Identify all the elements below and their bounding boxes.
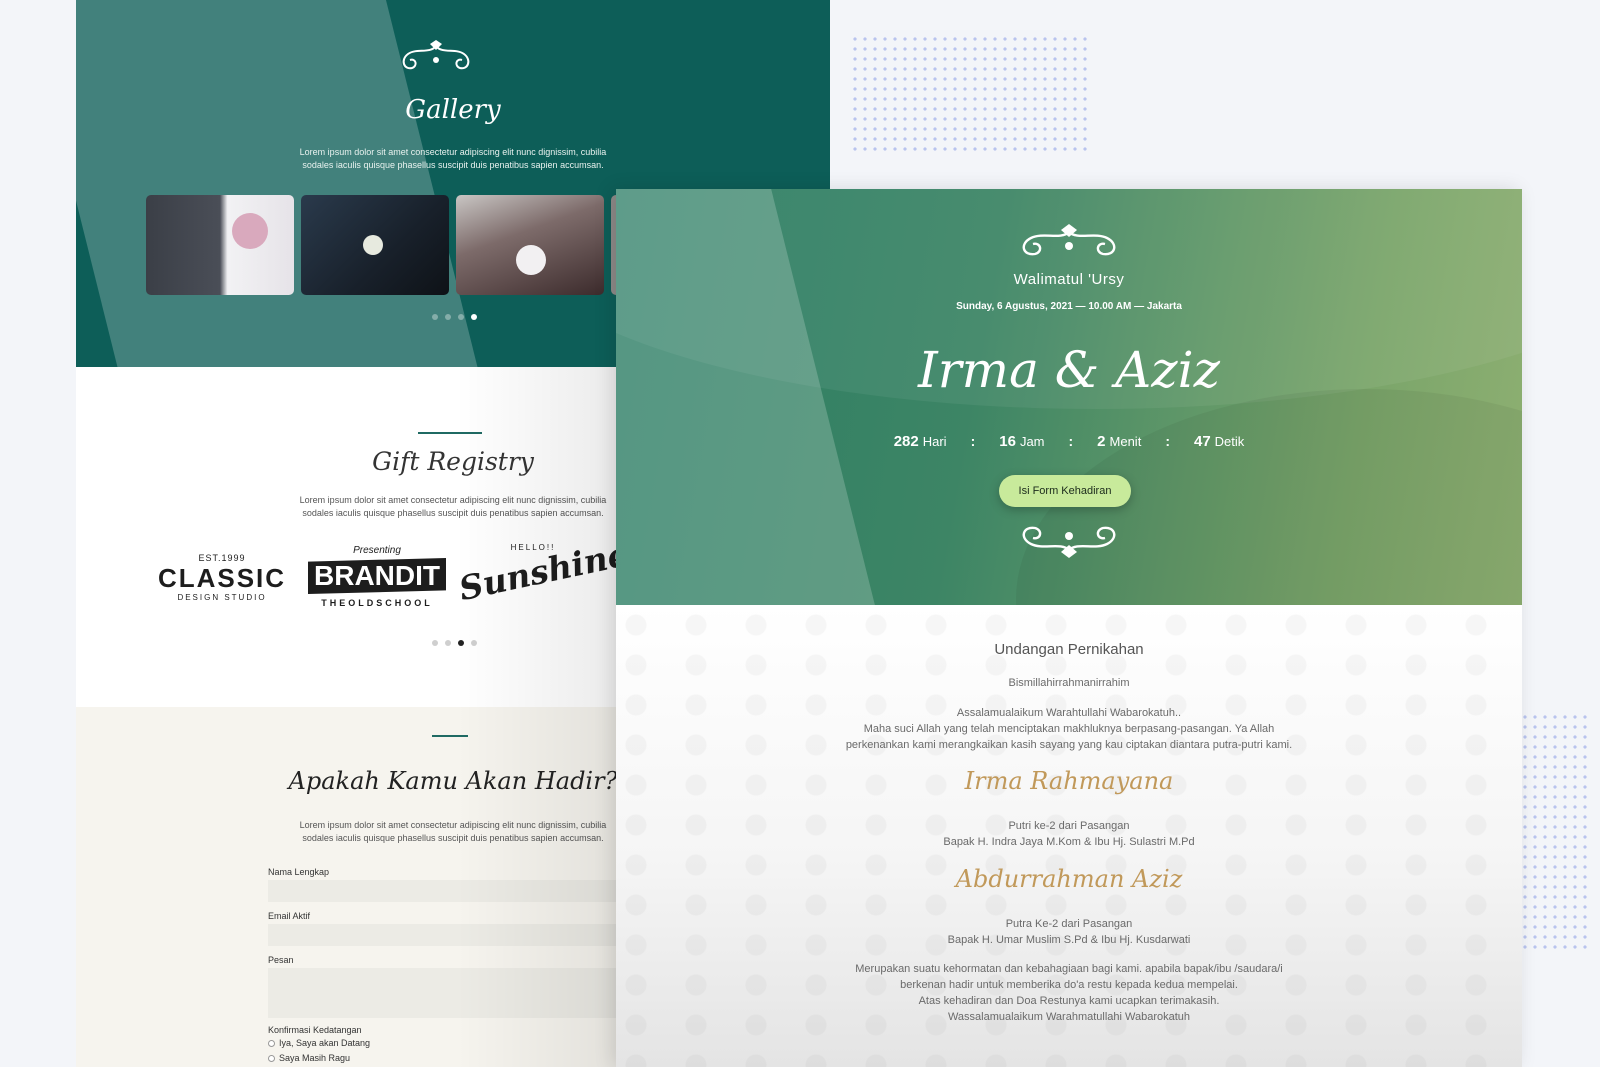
carousel-dot[interactable] — [445, 314, 451, 320]
carousel-dot-active[interactable] — [471, 314, 477, 320]
logo-sunshine[interactable]: HELLO!! Sunshine — [456, 534, 632, 608]
hero-section: Walimatul 'Ursy Sunday, 6 Agustus, 2021 … — [616, 189, 1522, 605]
invitation-paragraph-line: Maha suci Allah yang telah menciptakan m… — [863, 723, 1275, 735]
event-date: Sunday, 6 Agustus, 2021 — 10.00 AM — Jak… — [956, 301, 1182, 312]
countdown: 282 Hari : 16 Jam : 2 Menit : 47 Detik — [616, 433, 1522, 451]
countdown-days: 282 Hari — [894, 433, 947, 451]
gallery-photo[interactable] — [146, 195, 294, 295]
attendance-form-button[interactable]: Isi Form Kehadiran — [999, 475, 1131, 507]
countdown-separator: : — [1165, 433, 1170, 449]
groom-name: Abdurrahman Aziz — [955, 865, 1183, 893]
email-label: Email Aktif — [268, 911, 311, 921]
seconds-value: 47 — [1193, 433, 1211, 450]
groom-parents: Bapak H. Umar Muslim S.Pd & Ibu Hj. Kusd… — [947, 934, 1191, 946]
invitation-title: Undangan Pernikahan — [994, 641, 1144, 658]
logo-classic-top: EST.1999 — [198, 553, 246, 563]
gallery-description: Lorem ipsum dolor sit amet consectetur a… — [299, 147, 607, 170]
attend-maybe-radio[interactable]: Saya Masih Ragu — [268, 1053, 350, 1063]
logo-classic[interactable]: EST.1999 CLASSIC DESIGN STUDIO — [146, 553, 298, 602]
carousel-dot[interactable] — [458, 314, 464, 320]
couple-names: Irma & Aziz — [918, 341, 1220, 399]
dot-pattern-decoration — [850, 34, 1090, 152]
invitation-paragraph-line: perkenankan kami merangkaikan kasih saya… — [845, 739, 1293, 751]
radio-circle-icon[interactable] — [268, 1039, 275, 1047]
groom-role: Putra Ke-2 dari Pasangan — [1005, 918, 1133, 930]
event-title: Walimatul 'Ursy — [1013, 271, 1125, 288]
minutes-unit: Menit — [1109, 434, 1142, 449]
minutes-value: 2 — [1097, 433, 1106, 450]
rsvp-description: Lorem ipsum dolor sit amet consectetur a… — [299, 820, 607, 843]
confirm-label: Konfirmasi Kedatangan — [268, 1025, 362, 1035]
countdown-seconds: 47 Detik — [1194, 433, 1244, 451]
name-input[interactable] — [268, 880, 648, 902]
dot-pattern-decoration — [1520, 712, 1590, 952]
countdown-separator: : — [970, 433, 976, 449]
hours-unit: Jam — [1019, 434, 1045, 449]
invitation-section: Undangan Pernikahan Bismillahirrahmanirr… — [616, 605, 1522, 1067]
gift-registry-description: Lorem ipsum dolor sit amet consectetur a… — [299, 495, 607, 518]
days-unit: Hari — [922, 434, 947, 449]
email-input[interactable] — [268, 924, 648, 946]
countdown-hours: 16 Jam — [999, 433, 1044, 451]
logo-classic-main: CLASSIC — [157, 563, 287, 593]
closing-line: Merupakan suatu kehormatan dan kebahagia… — [855, 963, 1283, 975]
name-label: Nama Lengkap — [268, 867, 330, 877]
hours-value: 16 — [999, 433, 1016, 450]
ornament-icon — [1022, 526, 1116, 558]
gallery-photo[interactable] — [456, 195, 604, 295]
invitation-paragraph: Maha suci Allah yang telah menciptakan m… — [616, 721, 1522, 753]
carousel-dot[interactable] — [432, 640, 438, 646]
right-page-preview: Walimatul 'Ursy Sunday, 6 Agustus, 2021 … — [616, 189, 1522, 1067]
logo-brandit[interactable]: Presenting BRANDIT THEOLDSCHOOL — [308, 545, 446, 608]
closing-paragraph: Merupakan suatu kehormatan dan kebahagia… — [616, 961, 1522, 1025]
carousel-dot[interactable] — [471, 640, 477, 646]
gift-carousel-dots — [432, 640, 477, 646]
bride-name: Irma Rahmayana — [964, 767, 1174, 795]
logo-brandit-sub: THEOLDSCHOOL — [321, 598, 433, 608]
attend-maybe-label: Saya Masih Ragu — [279, 1053, 351, 1063]
bride-parents: Bapak H. Indra Jaya M.Kom & Ibu Hj. Sula… — [943, 836, 1195, 848]
invitation-greeting: Assalamualaikum Warahtullahi Wabarokatuh… — [956, 707, 1182, 719]
logo-brandit-main: BRANDIT — [308, 558, 446, 594]
logo-brandit-top: Presenting — [353, 545, 401, 556]
attend-yes-radio[interactable]: Iya, Saya akan Datang — [268, 1038, 370, 1048]
ornament-icon — [1022, 224, 1116, 256]
countdown-separator: : — [1068, 433, 1074, 449]
section-divider — [418, 432, 482, 434]
message-label: Pesan — [268, 955, 294, 965]
gallery-title: Gallery — [405, 95, 501, 125]
carousel-dot-active[interactable] — [458, 640, 464, 646]
countdown-minutes: 2 Menit — [1097, 433, 1141, 451]
message-textarea[interactable] — [268, 968, 648, 1018]
invitation-bismillah: Bismillahirrahmanirrahim — [1008, 677, 1130, 689]
closing-line: berkenan hadir untuk memberika do'a rest… — [900, 979, 1238, 991]
attend-yes-label: Iya, Saya akan Datang — [279, 1038, 371, 1048]
gallery-carousel-dots — [432, 314, 477, 320]
seconds-unit: Detik — [1214, 434, 1245, 449]
closing-line: Atas kehadiran dan Doa Restunya kami uca… — [918, 995, 1220, 1007]
logo-classic-sub: DESIGN STUDIO — [177, 593, 267, 602]
days-value: 282 — [893, 433, 919, 450]
section-divider — [432, 735, 468, 737]
closing-line: Wassalamualaikum Warahmatullahi Wabaroka… — [947, 1011, 1191, 1023]
ornament-icon — [402, 40, 470, 70]
carousel-dot[interactable] — [432, 314, 438, 320]
gallery-photo[interactable] — [301, 195, 449, 295]
radio-circle-icon[interactable] — [268, 1054, 275, 1062]
bride-role: Putri ke-2 dari Pasangan — [1008, 820, 1130, 832]
carousel-dot[interactable] — [445, 640, 451, 646]
